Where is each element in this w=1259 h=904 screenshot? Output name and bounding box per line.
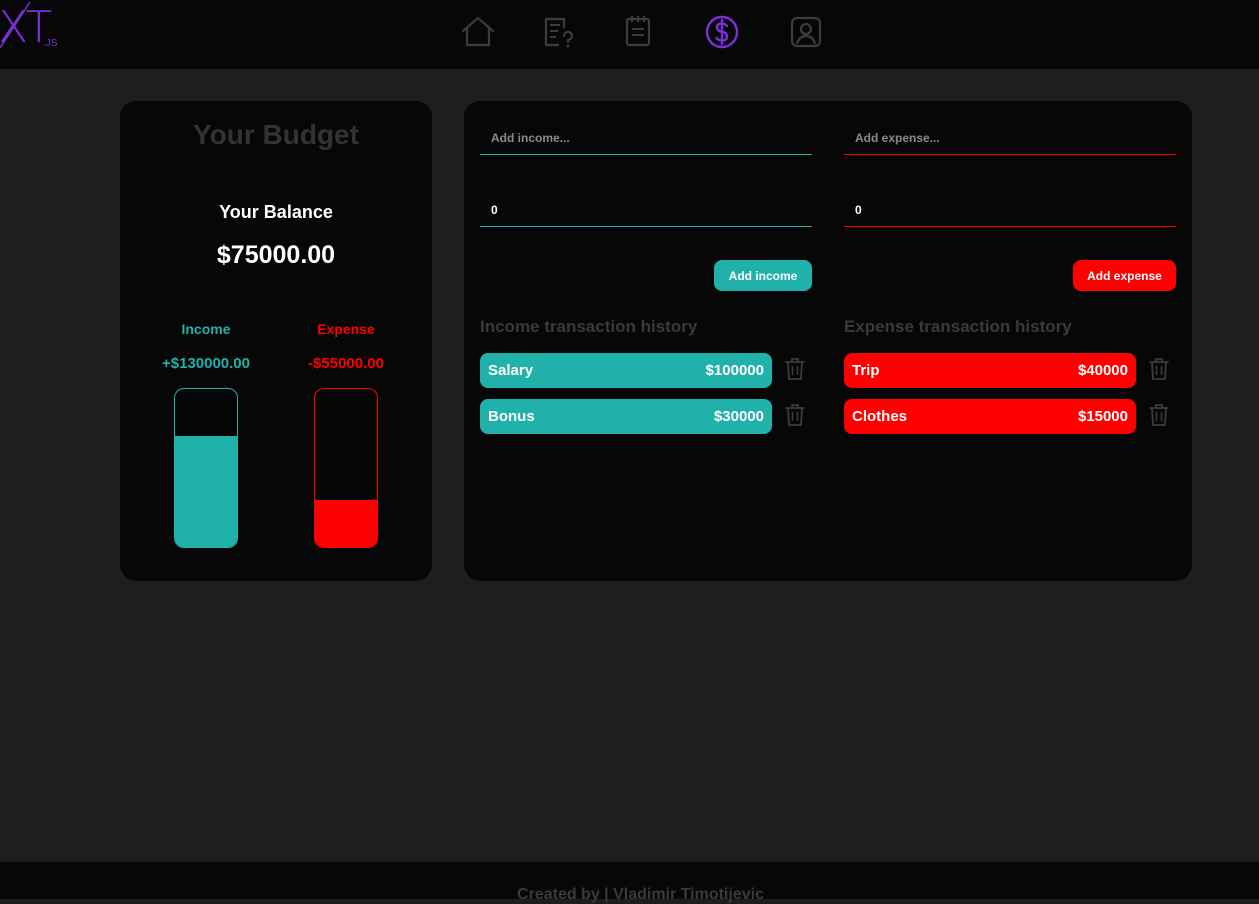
add-expense-button[interactable]: Add expense xyxy=(1073,260,1176,291)
income-row: Salary $100000 xyxy=(480,353,772,388)
top-navbar: XT .JS xyxy=(0,0,1259,69)
income-row-amount: $100000 xyxy=(705,362,764,379)
income-row-name: Bonus xyxy=(488,408,535,425)
user-profile-icon[interactable] xyxy=(788,14,824,50)
balance-label: Your Balance xyxy=(219,202,333,222)
expense-name-input[interactable] xyxy=(844,121,1176,155)
expense-amount-input[interactable] xyxy=(844,193,1176,227)
expense-row-name: Clothes xyxy=(852,408,908,425)
home-icon[interactable] xyxy=(460,14,496,50)
expense-gauge xyxy=(314,388,378,548)
income-row-name: Salary xyxy=(488,362,534,379)
income-name-input[interactable] xyxy=(480,121,812,155)
trash-icon[interactable] xyxy=(1148,403,1170,427)
expense-total: -$55000.00 xyxy=(308,355,384,372)
expense-row-amount: $40000 xyxy=(1077,362,1128,379)
income-gauge xyxy=(174,388,238,548)
income-row-amount: $30000 xyxy=(713,408,764,425)
trash-icon[interactable] xyxy=(784,357,806,381)
app-logo[interactable]: XT .JS xyxy=(0,0,74,60)
expense-row-name: Trip xyxy=(852,362,880,379)
income-row: Bonus $30000 xyxy=(480,399,772,434)
quiz-icon[interactable] xyxy=(542,14,578,50)
budget-title: Your Budget xyxy=(193,119,359,150)
add-income-button[interactable]: Add income xyxy=(714,260,812,291)
expense-history-title: Expense transaction history xyxy=(844,317,1072,336)
budget-card: Your Budget Your Balance $75000.00 Incom… xyxy=(120,101,432,581)
trash-icon[interactable] xyxy=(784,403,806,427)
income-total: +$130000.00 xyxy=(161,355,250,372)
expense-label: Expense xyxy=(317,321,375,337)
income-gauge-fill xyxy=(175,436,237,547)
expense-row: Trip $40000 xyxy=(844,353,1136,388)
notepad-icon[interactable] xyxy=(620,14,656,50)
transactions-card: Add income Add expense Income transactio… xyxy=(464,101,1192,581)
trash-icon[interactable] xyxy=(1148,357,1170,381)
logo-subtext: .JS xyxy=(43,38,58,49)
income-amount-input[interactable] xyxy=(480,193,812,227)
expense-gauge-fill xyxy=(315,499,377,547)
expense-row: Clothes $15000 xyxy=(844,399,1136,434)
footer: Created by | Vladimir Timotijevic xyxy=(0,862,1259,903)
income-history-title: Income transaction history xyxy=(480,317,698,336)
balance-value: $75000.00 xyxy=(216,241,336,269)
dollar-icon[interactable] xyxy=(704,14,740,50)
income-label: Income xyxy=(181,321,231,337)
footer-credit: Created by | Vladimir Timotijevic xyxy=(517,886,764,903)
expense-row-amount: $15000 xyxy=(1077,408,1128,425)
